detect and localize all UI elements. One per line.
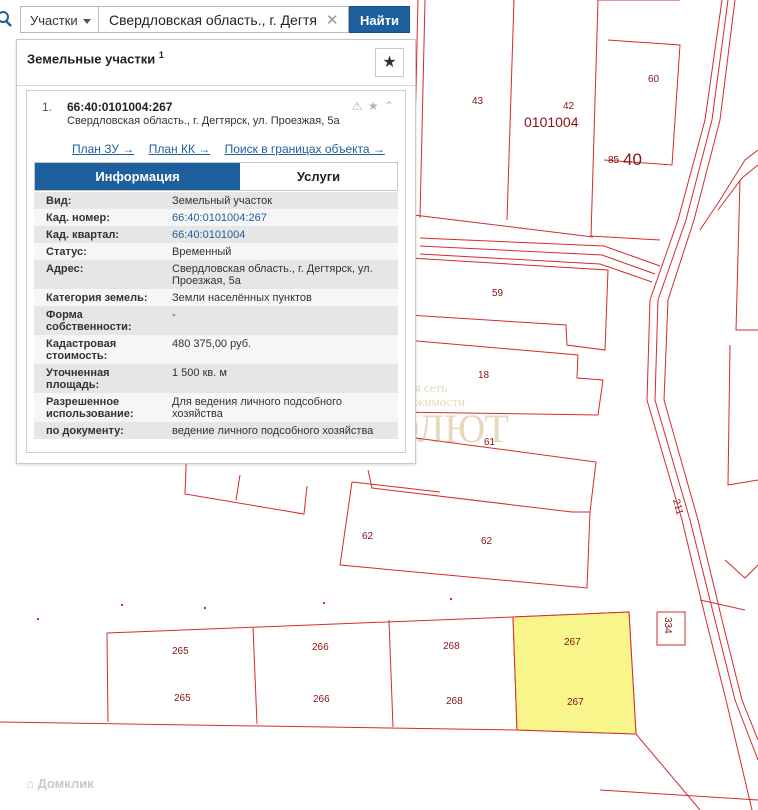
row-key: Разрешенное использование: <box>46 396 134 420</box>
panel-title: Земельные участки 1 <box>27 50 164 66</box>
plot-label: 59 <box>492 288 504 299</box>
star-icon[interactable]: ★ <box>368 99 380 113</box>
plot-label: 266 <box>312 642 329 653</box>
plan-zu-link[interactable]: План ЗУ → <box>72 142 134 156</box>
row-key: Кад. номер: <box>46 212 110 224</box>
plot-label: 43 <box>472 96 484 107</box>
chevron-down-icon <box>83 19 91 24</box>
plot-label: 268 <box>443 641 460 652</box>
row-key: Вид: <box>46 195 72 207</box>
plot-label: 265 <box>172 646 189 657</box>
panel-title-count: 1 <box>158 50 164 60</box>
domclick-brand: Домклик <box>37 776 94 791</box>
search-icon[interactable] <box>0 10 16 30</box>
card-tabs: Информация Услуги <box>34 162 398 191</box>
search-bar: Участки Свердловская область., г. Дегтя … <box>0 6 410 35</box>
table-row: Форма собственности: - <box>34 306 398 335</box>
table-row: Кад. номер: 66:40:0101004:267 <box>34 209 398 226</box>
table-row: Кадастровая стоимость: 480 375,00 руб. <box>34 335 398 364</box>
info-table: Вид: Земельный участок Кад. номер: 66:40:0… <box>34 192 398 439</box>
plot-label: 18 <box>478 370 490 381</box>
table-row: Статус: Временный <box>34 243 398 260</box>
card-links: План ЗУ → План КК → Поиск в границах объ… <box>72 142 396 156</box>
row-value: Временный <box>172 246 232 258</box>
plot-label: 42 <box>563 101 575 112</box>
plot-label: 85 <box>608 155 620 166</box>
plot-label: 267 <box>564 637 581 648</box>
cad-number-link[interactable]: 66:40:0101004:267 <box>172 212 267 224</box>
tab-services[interactable]: Услуги <box>240 163 397 190</box>
domclick-logo: ⌂ Домклик <box>26 776 94 791</box>
plot-label: 265 <box>174 693 191 704</box>
row-key: Уточненная площадь: <box>46 367 110 391</box>
row-value: - <box>172 309 176 321</box>
clear-icon[interactable]: ✕ <box>326 11 339 29</box>
plot-label: 267 <box>567 697 584 708</box>
tab-information[interactable]: Информация <box>35 163 240 190</box>
card-actions: ⚠ ★ ⌃ <box>352 99 395 113</box>
row-value: Для ведения личного подсобного хозяйства <box>172 396 343 420</box>
row-key: Адрес: <box>46 263 84 275</box>
plot-label: 266 <box>313 694 330 705</box>
card-index: 1. <box>42 100 53 114</box>
selected-plot-267 <box>512 611 637 735</box>
row-key: Кадастровая стоимость: <box>46 338 117 362</box>
row-key: Форма собственности: <box>46 309 132 333</box>
table-row: Уточненная площадь: 1 500 кв. м <box>34 364 398 393</box>
plot-label: 62 <box>481 536 493 547</box>
panel-title-text: Земельные участки <box>27 51 156 67</box>
land-plots-panel: Земельные участки 1 ★ 1. 66:40:0101004:2… <box>16 39 416 464</box>
row-value: ведение личного подсобного хозяйства <box>172 425 374 437</box>
row-key: Категория земель: <box>46 292 148 304</box>
table-row: Адрес: Свердловская область., г. Дегтярск… <box>34 260 398 289</box>
row-value: 1 500 кв. м <box>172 367 227 379</box>
find-button[interactable]: Найти <box>349 6 410 33</box>
row-value: Свердловская область., г. Дегтярск, ул. … <box>172 263 373 287</box>
plot-label: 334 <box>662 617 673 634</box>
row-value: 480 375,00 руб. <box>172 338 252 350</box>
card-address: Свердловская область., г. Дегтярск, ул. … <box>67 115 340 127</box>
table-row: Кад. квартал: 66:40:0101004 <box>34 226 398 243</box>
plot-label: 268 <box>446 696 463 707</box>
divider <box>17 85 415 86</box>
table-row: по документу: ведение личного подсобного … <box>34 422 398 439</box>
plot-label: 62 <box>362 531 374 542</box>
quarter-label: 0101004 <box>524 114 579 130</box>
table-row: Категория земель: Земли населённых пункто… <box>34 289 398 306</box>
row-value: Земли населённых пунктов <box>172 292 312 304</box>
plot-label: 40 <box>623 150 642 169</box>
favorite-button[interactable]: ★ <box>375 48 404 77</box>
search-input[interactable]: Свердловская область., г. Дегтя <box>98 6 349 33</box>
warning-icon[interactable]: ⚠ <box>352 99 364 113</box>
plan-kk-link[interactable]: План КК → <box>149 142 211 156</box>
row-key: Статус: <box>46 246 87 258</box>
house-icon: ⌂ <box>26 776 34 791</box>
table-row: Вид: Земельный участок <box>34 192 398 209</box>
search-type-label: Участки <box>30 13 78 28</box>
plot-card: 1. 66:40:0101004:267 ⚠ ★ ⌃ Свердловская … <box>26 90 406 453</box>
cad-quarter-link[interactable]: 66:40:0101004 <box>172 229 245 241</box>
row-key: Кад. квартал: <box>46 229 120 241</box>
card-cadastral-number[interactable]: 66:40:0101004:267 <box>67 100 172 114</box>
search-in-bounds-link[interactable]: Поиск в границах объекта → <box>225 142 385 156</box>
row-value: Земельный участок <box>172 195 273 207</box>
row-key: по документу: <box>46 425 124 437</box>
plot-label: 60 <box>648 74 660 85</box>
star-icon: ★ <box>382 54 397 71</box>
table-row: Разрешенное использование: Для ведения ли… <box>34 393 398 422</box>
chevron-up-icon[interactable]: ⌃ <box>384 99 395 113</box>
search-type-select[interactable]: Участки <box>20 6 98 33</box>
